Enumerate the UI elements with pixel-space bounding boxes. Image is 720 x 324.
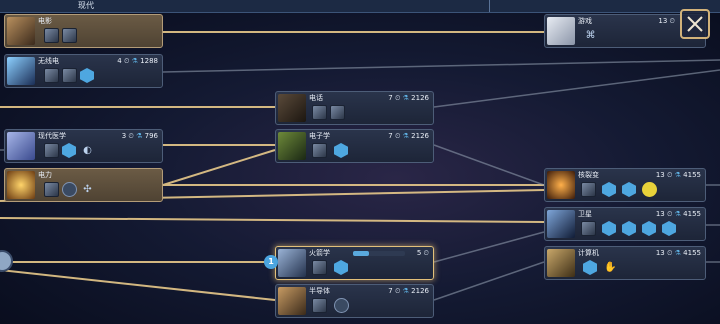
tech-name: 核裂变 bbox=[578, 171, 599, 179]
research-progress-bar bbox=[353, 251, 405, 256]
pills-icon bbox=[7, 132, 35, 160]
launch-site-icon[interactable] bbox=[312, 260, 327, 275]
rocket-icon bbox=[278, 249, 306, 277]
tech-card-electricity[interactable]: 电力 ✣ bbox=[4, 168, 163, 202]
tech-cost: 13 ⏲ ⚗ 4155 bbox=[655, 171, 701, 179]
tech-card-satellite[interactable]: 卫星 13 ⏲ ⚗ 4155 bbox=[544, 207, 706, 241]
wind-turbine-icon[interactable]: ✣ bbox=[80, 182, 95, 197]
tech-cost: 5 ⏲ bbox=[416, 249, 429, 257]
tech-card-modern-medicine[interactable]: 现代医学 3 ⏲ ⚗ 796 ◐ bbox=[4, 129, 163, 163]
circuit-board-icon bbox=[278, 132, 306, 160]
growth-bonus-icon[interactable]: ◐ bbox=[80, 143, 95, 158]
controller-icon[interactable]: ⌘ bbox=[583, 28, 598, 43]
tech-cost: 13 ⏲ ⚗ 4155 bbox=[655, 210, 701, 218]
medic-unit-icon[interactable] bbox=[62, 143, 76, 158]
unit-a-icon[interactable] bbox=[602, 182, 616, 197]
tech-card-electronics[interactable]: 电子学 7 ⏲ ⚗ 2126 bbox=[275, 129, 434, 163]
tech-card-computer[interactable]: 计算机 13 ⏲ ⚗ 4155 ✋ bbox=[544, 246, 706, 280]
radio-station-icon[interactable] bbox=[44, 68, 59, 83]
tech-name: 现代医学 bbox=[38, 132, 66, 140]
tech-card-radio[interactable]: 无线电 4 ⏲ ⚗ 1288 bbox=[4, 54, 163, 88]
tech-card-movies[interactable]: 电影 bbox=[4, 14, 163, 48]
tech-cost: 7 ⏲ ⚗ 2126 bbox=[388, 287, 429, 295]
space-center-icon[interactable] bbox=[581, 221, 596, 236]
close-icon bbox=[687, 16, 703, 32]
laboratory-icon[interactable] bbox=[312, 298, 327, 313]
factory-icon[interactable] bbox=[312, 143, 327, 158]
switchboard-icon[interactable] bbox=[312, 105, 327, 120]
naval-unit-icon[interactable] bbox=[334, 143, 348, 158]
reactor-icon[interactable] bbox=[581, 182, 596, 197]
tech-name: 电影 bbox=[38, 17, 52, 25]
satellite-icon bbox=[547, 210, 575, 238]
tech-cost: 3 ⏲ ⚗ 796 bbox=[121, 132, 158, 140]
tech-name: 电话 bbox=[309, 94, 323, 102]
tech-name: 电力 bbox=[38, 171, 52, 179]
generator-icon[interactable] bbox=[62, 182, 77, 197]
chip-icon bbox=[278, 287, 306, 315]
lightbulb-icon bbox=[7, 171, 35, 199]
tech-name: 卫星 bbox=[578, 210, 592, 218]
explosion-icon bbox=[547, 171, 575, 199]
tech-card-semiconductor[interactable]: 半导体 7 ⏲ ⚗ 2126 bbox=[275, 284, 434, 318]
tech-card-nuclear-fission[interactable]: 核裂变 13 ⏲ ⚗ 4155 bbox=[544, 168, 706, 202]
tech-cost: 13 ⏲ bbox=[658, 17, 675, 25]
unit-f-icon[interactable] bbox=[662, 221, 676, 236]
research-queue-badge: 1 bbox=[264, 255, 278, 269]
telephone-icon bbox=[278, 94, 306, 122]
tower-icon[interactable] bbox=[62, 68, 77, 83]
close-button[interactable] bbox=[680, 9, 710, 39]
tech-name: 半导体 bbox=[309, 287, 330, 295]
unit-c-icon[interactable] bbox=[602, 221, 616, 236]
unit-upgrade-icon[interactable] bbox=[80, 68, 94, 83]
tech-name: 火箭学 bbox=[309, 249, 330, 257]
tech-name: 无线电 bbox=[38, 57, 59, 65]
rocket-unit-icon[interactable] bbox=[334, 260, 348, 275]
hand-icon[interactable]: ✋ bbox=[603, 260, 618, 275]
tech-card-rocketry[interactable]: 火箭学 5 ⏲ bbox=[275, 246, 434, 280]
tech-name: 游戏 bbox=[578, 17, 592, 25]
cinema-unlock-icon[interactable] bbox=[44, 28, 59, 43]
silicon-resource-icon[interactable] bbox=[334, 298, 349, 313]
radiation-icon[interactable] bbox=[642, 182, 657, 197]
power-plant-icon[interactable] bbox=[44, 182, 59, 197]
theater-unlock-icon[interactable] bbox=[62, 28, 77, 43]
radio-icon bbox=[7, 57, 35, 85]
hospital-icon[interactable] bbox=[44, 143, 59, 158]
tech-name: 电子学 bbox=[309, 132, 330, 140]
tech-cost: 13 ⏲ ⚗ 4155 bbox=[655, 249, 701, 257]
tech-cost: 7 ⏲ ⚗ 2126 bbox=[388, 132, 429, 140]
tech-name: 计算机 bbox=[578, 249, 599, 257]
film-reel-icon bbox=[7, 17, 35, 45]
computer-icon bbox=[547, 249, 575, 277]
gamepad-icon bbox=[547, 17, 575, 45]
tech-cost: 7 ⏲ ⚗ 2126 bbox=[388, 94, 429, 102]
tech-cost: 4 ⏲ ⚗ 1288 bbox=[117, 57, 158, 65]
unit-d-icon[interactable] bbox=[622, 221, 636, 236]
unit-b-icon[interactable] bbox=[622, 182, 636, 197]
tech-card-telephone[interactable]: 电话 7 ⏲ ⚗ 2126 bbox=[275, 91, 434, 125]
telecom-building-icon[interactable] bbox=[330, 105, 345, 120]
unit-g-icon[interactable] bbox=[583, 260, 597, 275]
research-progress-fill bbox=[353, 251, 369, 256]
unit-e-icon[interactable] bbox=[642, 221, 656, 236]
